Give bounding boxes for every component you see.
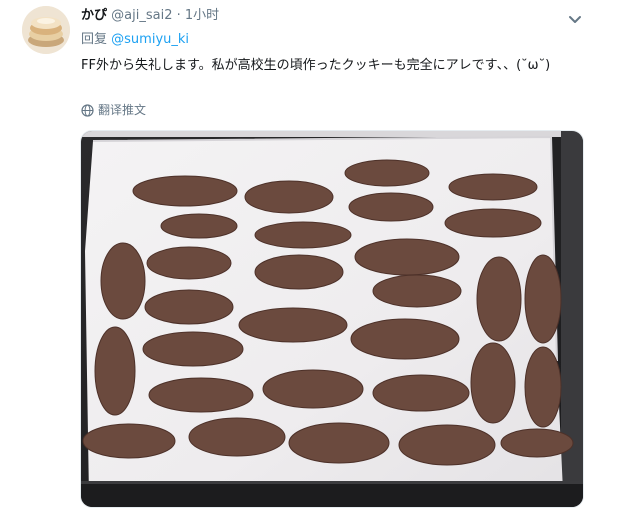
chevron-down-icon[interactable] xyxy=(568,10,582,23)
display-name[interactable]: かぴ xyxy=(81,8,107,23)
reply-prefix: 回复 xyxy=(81,32,108,47)
avatar[interactable] xyxy=(22,6,70,54)
cookie-tray-image xyxy=(81,131,583,507)
tweet: かぴ @aji_sai2 · 1小时 回复 @sumiyu_ki FF外から失礼… xyxy=(0,0,618,516)
user-handle[interactable]: @aji_sai2 xyxy=(111,8,172,23)
separator-dot: · xyxy=(176,8,181,23)
tweet-photo[interactable] xyxy=(80,130,584,508)
tweet-header: かぴ @aji_sai2 · 1小时 xyxy=(81,7,219,25)
globe-icon xyxy=(81,103,94,117)
timestamp[interactable]: 1小时 xyxy=(185,8,219,23)
translate-label: 翻译推文 xyxy=(98,103,147,117)
translate-link[interactable]: 翻译推文 xyxy=(81,101,146,119)
avatar-image xyxy=(22,6,70,54)
reply-context: 回复 @sumiyu_ki xyxy=(81,31,189,49)
reply-to-link[interactable]: @sumiyu_ki xyxy=(111,32,189,47)
tweet-text: FF外から失礼します。私が高校生の頃作ったクッキーも完全にアレです、、(˘ω˘) xyxy=(81,58,551,73)
